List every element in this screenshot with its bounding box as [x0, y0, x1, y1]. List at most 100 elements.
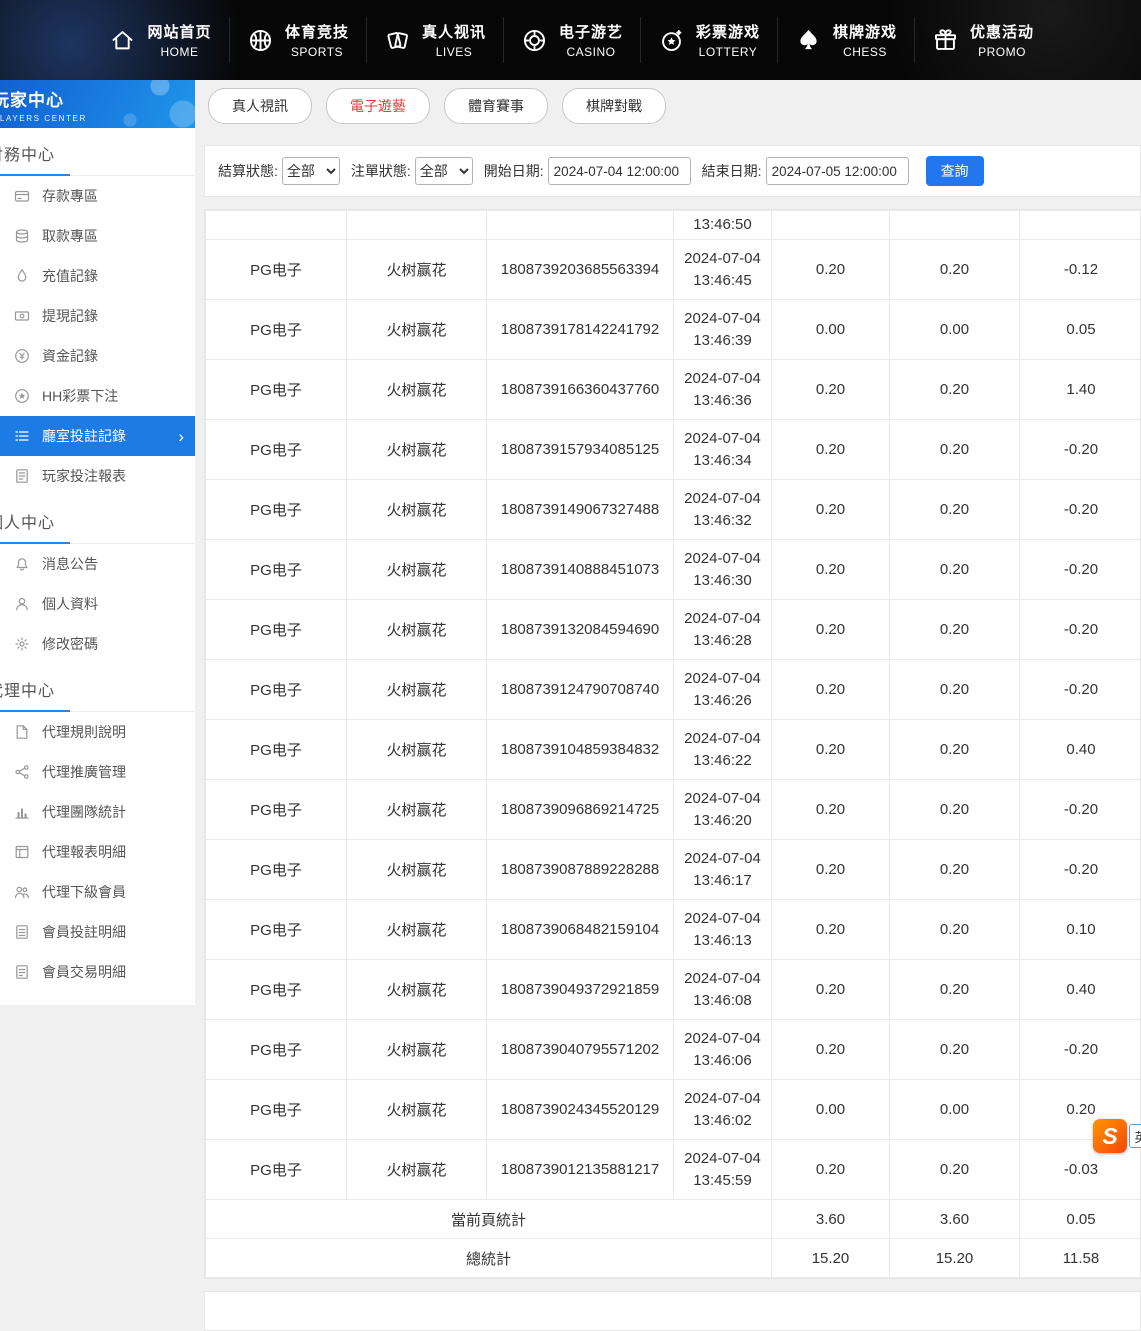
sidebar-item-agent-rules[interactable]: 代理規則說明: [0, 712, 195, 752]
nav-item-casino[interactable]: 电子游艺CASINO: [503, 17, 640, 63]
grand-total-bet: 15.20: [772, 1239, 890, 1278]
cell-game: 火树赢花: [347, 660, 487, 720]
sidebar-header: 玩家中心 PLAYERS CENTER: [0, 80, 195, 128]
table-row: PG电子 火树赢花 1808739012135881217 2024-07-04…: [206, 1140, 1141, 1200]
cell-bet-id: 1808739149067327488: [487, 480, 674, 540]
nav-item-sports[interactable]: 体育竞技SPORTS: [229, 17, 366, 63]
sidebar-item-label: 代理規則說明: [42, 722, 126, 742]
nav-label-zh: 网站首页: [147, 21, 211, 42]
banknote-icon: [14, 308, 30, 324]
pagination-bar: [204, 1291, 1141, 1331]
cell-bet-amount: 0.20: [772, 540, 890, 600]
cell-time: 2024-07-04 13:46:20: [674, 780, 772, 840]
sidebar-item-room-bet-records[interactable]: 廳室投註記錄 ›: [0, 416, 195, 456]
nav-item-lives[interactable]: 真人视讯LIVES: [366, 17, 503, 63]
cell-time: 2024-07-04 13:46:26: [674, 660, 772, 720]
sidebar-item-announcements[interactable]: 消息公告: [0, 544, 195, 584]
page-total-valid: 3.60: [890, 1200, 1020, 1239]
cell-valid-amount: 0.20: [890, 360, 1020, 420]
start-date-input[interactable]: [548, 157, 691, 185]
table-row: PG电子 火树赢花 1808739049372921859 2024-07-04…: [206, 960, 1141, 1020]
order-status-select[interactable]: 全部: [415, 157, 473, 185]
tab-electronic-games[interactable]: 電子遊藝: [326, 88, 430, 124]
casino-chip-icon: [521, 27, 548, 54]
sidebar-item-profile[interactable]: 個人資料: [0, 584, 195, 624]
sidebar-item-agent-team-stats[interactable]: 代理團隊統計: [0, 792, 195, 832]
lottery-star-icon: [14, 388, 30, 404]
ime-badge[interactable]: S 英: [1093, 1119, 1141, 1153]
cell-bet-id: [487, 211, 674, 240]
cell-winloss: -0.20: [1020, 540, 1141, 600]
filter-bar: 結算狀態: 全部 注單狀態: 全部 開始日期: 結束日期: 查詢: [204, 145, 1141, 197]
table-row: PG电子 火树赢花 1808739157934085125 2024-07-04…: [206, 420, 1141, 480]
cell-valid-amount: 0.20: [890, 660, 1020, 720]
sidebar-item-player-bet-report[interactable]: 玩家投注報表: [0, 456, 195, 496]
sidebar-item-member-transaction-detail[interactable]: 會員交易明細: [0, 952, 195, 992]
end-date-input[interactable]: [766, 157, 909, 185]
settle-status-select[interactable]: 全部: [282, 157, 340, 185]
sidebar-item-agent-report-detail[interactable]: 代理報表明細: [0, 832, 195, 872]
search-button[interactable]: 查詢: [926, 156, 984, 186]
bet-records-table: 13:46:50 PG电子 火树赢花 1808739203685563394 2…: [205, 210, 1141, 1278]
sidebar-item-agent-sub-members[interactable]: 代理下級會員: [0, 872, 195, 912]
table-row: PG电子 火树赢花 1808739140888451073 2024-07-04…: [206, 540, 1141, 600]
coins-icon: [14, 228, 30, 244]
cell-bet-amount: 0.20: [772, 660, 890, 720]
cell-platform: PG电子: [206, 960, 347, 1020]
cell-game: [347, 211, 487, 240]
cell-winloss: 0.40: [1020, 720, 1141, 780]
sidebar-item-change-password[interactable]: 修改密碼: [0, 624, 195, 664]
category-tabs: 真人視訊 電子遊藝 體育賽事 棋牌對戰: [208, 88, 1141, 124]
cell-time: 2024-07-04 13:46:45: [674, 240, 772, 300]
nav-item-lottery[interactable]: 彩票游戏LOTTERY: [640, 17, 777, 63]
cell-platform: PG电子: [206, 240, 347, 300]
cell-bet-amount: 0.20: [772, 1020, 890, 1080]
nav-item-home[interactable]: 网站首页HOME: [92, 17, 229, 63]
cell-winloss: -0.20: [1020, 840, 1141, 900]
table-row: PG电子 火树赢花 1808739024345520129 2024-07-04…: [206, 1080, 1141, 1140]
cell-valid-amount: 0.20: [890, 600, 1020, 660]
sidebar-item-agent-promotion[interactable]: 代理推廣管理: [0, 752, 195, 792]
cell-platform: PG电子: [206, 480, 347, 540]
tab-live-video[interactable]: 真人視訊: [208, 88, 312, 124]
end-date-label: 結束日期:: [702, 161, 762, 181]
sidebar-item-member-bet-detail[interactable]: 會員投註明細: [0, 912, 195, 952]
cell-platform: [206, 211, 347, 240]
nav-item-promo[interactable]: 优惠活动PROMO: [914, 17, 1051, 63]
sidebar-item-recharge-record[interactable]: 充值記錄: [0, 256, 195, 296]
sidebar-item-withdraw[interactable]: 取款專區: [0, 216, 195, 256]
table-row: PG电子 火树赢花 1808739104859384832 2024-07-04…: [206, 720, 1141, 780]
top-nav: 网站首页HOME 体育竞技SPORTS 真人视讯LIVES 电子游艺CASINO…: [0, 0, 1141, 80]
ime-language-mode[interactable]: 英: [1129, 1124, 1141, 1148]
people-icon: [14, 884, 30, 900]
section-title: 代理中心: [0, 677, 55, 701]
sidebar-item-deposit[interactable]: 存款專區: [0, 176, 195, 216]
cell-time: 2024-07-04 13:46:39: [674, 300, 772, 360]
cell-valid-amount: 0.20: [890, 840, 1020, 900]
list-icon: [14, 428, 30, 444]
tab-chess-battle[interactable]: 棋牌對戰: [562, 88, 666, 124]
cell-game: 火树赢花: [347, 720, 487, 780]
sogou-ime-icon[interactable]: S: [1093, 1119, 1127, 1153]
tab-sports-events[interactable]: 體育賽事: [444, 88, 548, 124]
sidebar-item-hh-lottery[interactable]: HH彩票下注: [0, 376, 195, 416]
nav-label-en: CASINO: [566, 45, 615, 59]
sidebar-section-finance: 財務中心: [0, 141, 195, 176]
lottery-ball-icon: [658, 27, 685, 54]
cell-game: 火树赢花: [347, 360, 487, 420]
table-grid-icon: [14, 844, 30, 860]
cell-bet-amount: 0.20: [772, 360, 890, 420]
nav-label-en: SPORTS: [291, 45, 343, 59]
grand-total-row: 總統計 15.20 15.20 11.58: [206, 1239, 1141, 1278]
order-status-label: 注單狀態:: [351, 161, 411, 181]
cell-platform: PG电子: [206, 1140, 347, 1200]
cell-bet-id: 1808739049372921859: [487, 960, 674, 1020]
cell-bet-amount: 0.20: [772, 600, 890, 660]
table-row: PG电子 火树赢花 1808739166360437760 2024-07-04…: [206, 360, 1141, 420]
sidebar-item-funds-record[interactable]: 資金記錄: [0, 336, 195, 376]
cell-winloss: 0.05: [1020, 300, 1141, 360]
cell-winloss: -0.20: [1020, 780, 1141, 840]
nav-item-chess[interactable]: 棋牌游戏CHESS: [777, 17, 914, 63]
sidebar-item-label: 取款專區: [42, 226, 98, 246]
sidebar-item-withdraw-record[interactable]: 提現記錄: [0, 296, 195, 336]
